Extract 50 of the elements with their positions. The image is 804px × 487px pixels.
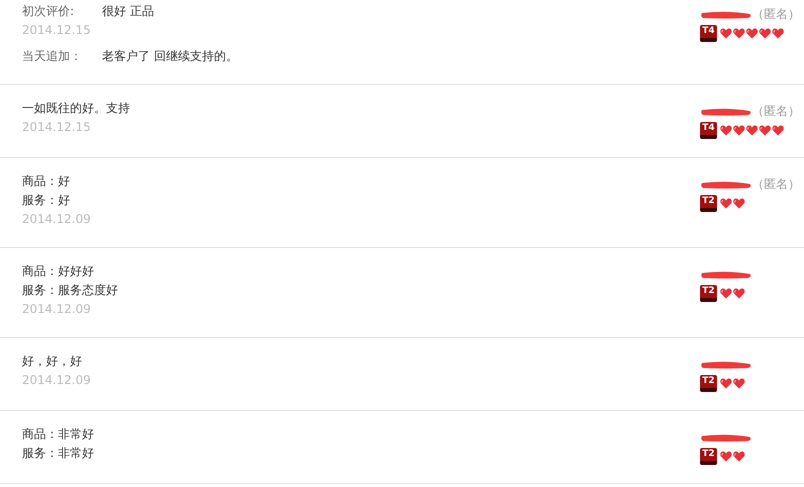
review-text: 服务：服务态度好 [22, 282, 119, 299]
review-date: 2014.12.09 [22, 301, 92, 318]
anonymous-label: （匿名） [752, 6, 800, 22]
redaction-mark [700, 106, 752, 116]
rank-badge: T4 [700, 25, 717, 42]
heart-icon [733, 125, 745, 136]
heart-icon [720, 28, 732, 39]
heart-icon [720, 125, 732, 136]
redaction-mark [700, 270, 752, 278]
heart-icon [759, 125, 771, 136]
anonymous-label: （匿名） [752, 176, 800, 192]
rank-badge: T2 [700, 285, 717, 302]
review-text: 很好 正品 [102, 3, 154, 20]
heart-icon [733, 451, 745, 462]
heart-icon [746, 28, 758, 39]
rank-badge: T4 [700, 122, 717, 139]
review-text: 好，好，好 [22, 353, 83, 370]
review-text: 服务：好 [22, 192, 71, 209]
review-text: 商品：好好好 [22, 263, 95, 280]
heart-icon [720, 288, 732, 299]
heart-icon [733, 28, 745, 39]
review-text: 商品：非常好 [22, 426, 95, 443]
heart-icon [733, 378, 745, 389]
review-text: 商品：好 [22, 173, 71, 190]
anonymous-label: （匿名） [752, 102, 800, 120]
review-text: 一如既往的好。支持 [22, 100, 131, 117]
heart-icon [720, 378, 732, 389]
review-date: 2014.12.15 [22, 22, 92, 39]
redaction-mark [700, 432, 752, 442]
followup-label: 当天追加： [22, 48, 83, 65]
rank-badge: T2 [700, 195, 717, 212]
redaction-mark [700, 360, 752, 368]
heart-icon [772, 28, 784, 39]
heart-icon [720, 198, 732, 209]
heart-icon [772, 125, 784, 136]
redaction-mark [700, 180, 752, 188]
followup-text: 老客户了 回继续支持的。 [102, 48, 238, 65]
rank-badge: T2 [700, 448, 717, 465]
rank-badge: T2 [700, 375, 717, 392]
review-date: 2014.12.09 [22, 211, 92, 228]
heart-icon [733, 288, 745, 299]
review-date: 2014.12.15 [22, 119, 92, 136]
review-date: 2014.12.09 [22, 372, 92, 389]
heart-icon [759, 28, 771, 39]
heart-icon [733, 198, 745, 209]
review-label: 初次评价: [22, 3, 76, 20]
review-text: 服务：非常好 [22, 445, 95, 462]
redaction-mark [700, 10, 752, 18]
heart-icon [746, 125, 758, 136]
heart-icon [720, 451, 732, 462]
